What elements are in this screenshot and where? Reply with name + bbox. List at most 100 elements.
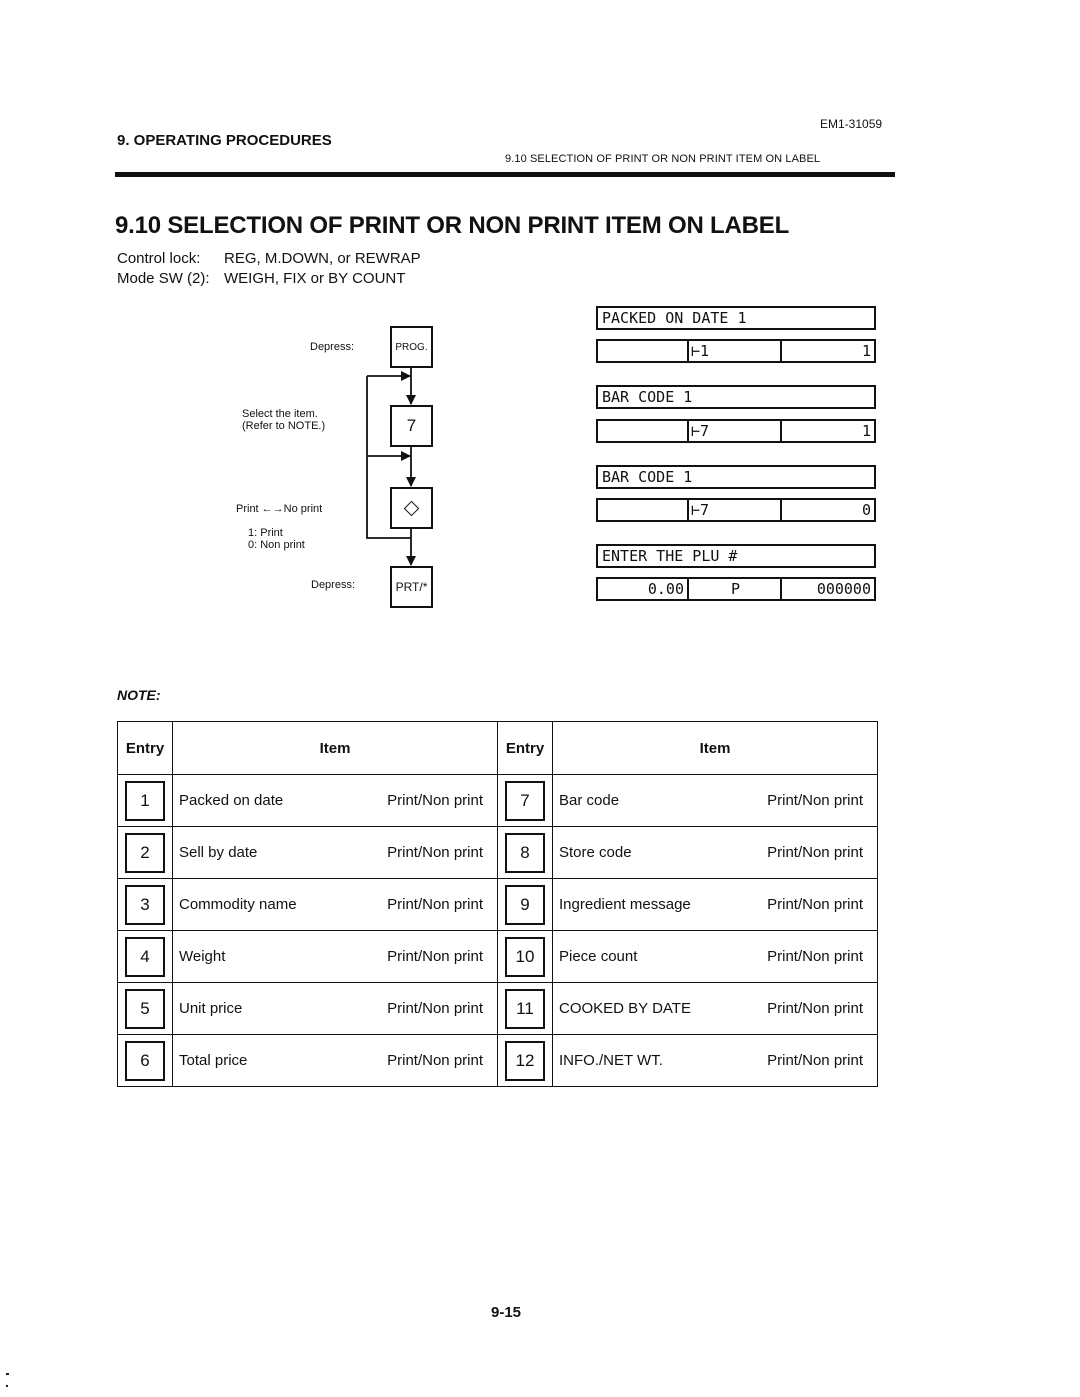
option-print: 1: Print [248,527,283,539]
display-values: ⊢7 1 [596,419,876,443]
item-setting: Print/Non print [767,896,863,913]
display-field-2: ⊢7 [689,500,782,520]
diamond-icon [403,500,420,516]
table-row: 3 Commodity name Print/Non print 9 Ingredien… [117,878,878,931]
scan-speck [6,1385,8,1387]
entry-key: 11 [505,988,545,1029]
item-cell: Packed on date Print/Non print [172,774,498,827]
item-cell: Store code Print/Non print [552,826,878,879]
item-content: Sell by date Print/Non print [173,844,497,861]
table-row: 1 Packed on date Print/Non print 7 Bar code P… [117,774,878,827]
entry-cell: 6 [117,1034,173,1087]
entry-header: Entry [117,721,173,775]
item-cell: Weight Print/Non print [172,930,498,983]
table-row: 5 Unit price Print/Non print 11 COOKED BY DA… [117,982,878,1035]
display-values: ⊢7 0 [596,498,876,522]
entry-cell: 2 [117,826,173,879]
item-header: Item [552,721,878,775]
item-header: Item [172,721,498,775]
table-row: 2 Sell by date Print/Non print 8 Store code P… [117,826,878,879]
item-setting: Print/Non print [387,792,483,809]
display-message: BAR CODE 1 [596,465,876,489]
entry-key: 9 [505,884,545,925]
entry-key: 12 [505,1040,545,1081]
item-content: Total price Print/Non print [173,1052,497,1069]
item-content: Bar code Print/Non print [553,792,877,809]
item-name: Commodity name [179,896,297,913]
display-message: BAR CODE 1 [596,385,876,409]
entry-key: 10 [505,936,545,977]
item-name: Piece count [559,948,638,965]
item-content: Commodity name Print/Non print [173,896,497,913]
entry-cell: 5 [117,982,173,1035]
item-cell: Sell by date Print/Non print [172,826,498,879]
display-message: ENTER THE PLU # [596,544,876,568]
item-setting: Print/Non print [387,1000,483,1017]
entry-key: 7 [505,780,545,821]
item-content: Piece count Print/Non print [553,948,877,965]
entry-cell: 10 [497,930,553,983]
toggle-key [390,487,433,529]
item-cell: Bar code Print/Non print [552,774,878,827]
display-message: PACKED ON DATE 1 [596,306,876,330]
item-setting: Print/Non print [767,1000,863,1017]
depress-label: Depress: [311,579,356,591]
entry-cell: 12 [497,1034,553,1087]
display-field-1 [598,500,689,520]
entry-key: 1 [125,780,165,821]
item-setting: Print/Non print [767,1052,863,1069]
item-name: Ingredient message [559,896,691,913]
item-content: Weight Print/Non print [173,948,497,965]
item-name: Weight [179,948,226,965]
item-setting: Print/Non print [387,1052,483,1069]
entry-key: 8 [505,832,545,873]
display-values: 0.00 P 000000 [596,577,876,601]
item-setting: Print/Non print [767,948,863,965]
entry-cell: 3 [117,878,173,931]
item-cell: Commodity name Print/Non print [172,878,498,931]
entry-cell: 4 [117,930,173,983]
entry-cell: 9 [497,878,553,931]
display-mode: P [689,579,782,599]
display-field-1 [598,341,689,361]
item-cell: Piece count Print/Non print [552,930,878,983]
entry-cell: 8 [497,826,553,879]
item-cell: INFO./NET WT. Print/Non print [552,1034,878,1087]
table-row: 4 Weight Print/Non print 10 Piece count Print… [117,930,878,983]
entry-table: Entry Item Entry Item 1 Packed on date Pri… [117,721,878,1087]
mode-switch-value: WEIGH, FIX or BY COUNT [224,270,406,287]
prt-key: PRT/* [390,566,433,608]
item-content: Unit price Print/Non print [173,1000,497,1017]
item-name: INFO./NET WT. [559,1052,663,1069]
print-toggle-label: Print ←→No print [236,503,323,515]
item-setting: Print/Non print [387,844,483,861]
prog-key: PROG. [390,326,433,368]
item-name: Bar code [559,792,620,809]
table-header-row: Entry Item Entry Item [117,721,878,775]
entry-key: 6 [125,1040,165,1081]
item-number-key: 7 [390,405,433,447]
display-field-3: 1 [861,342,871,360]
item-content: Ingredient message Print/Non print [553,896,877,913]
item-content: Store code Print/Non print [553,844,877,861]
item-name: COOKED BY DATE [559,1000,691,1017]
control-lock-line: Control lock: REG, M.DOWN, or REWRAP [117,250,421,267]
item-name: Store code [559,844,632,861]
item-content: INFO./NET WT. Print/Non print [553,1052,877,1069]
mode-switch-label: Mode SW (2): [117,270,210,287]
item-name: Packed on date [179,792,284,809]
item-cell: COOKED BY DATE Print/Non print [552,982,878,1035]
item-content: Packed on date Print/Non print [173,792,497,809]
display-field-1 [598,421,689,441]
entry-key: 3 [125,884,165,925]
display-field-2: ⊢7 [689,421,782,441]
scan-speck [6,1373,9,1375]
control-lock-label: Control lock: [117,250,201,267]
entry-cell: 7 [497,774,553,827]
select-item-label: Select the item. (Refer to NOTE.) [242,408,325,432]
table-row: 6 Total price Print/Non print 12 INFO./NET W… [117,1034,878,1087]
display-price: 0.00 [598,579,689,599]
item-setting: Print/Non print [387,948,483,965]
display-field-3: 0 [861,501,871,519]
document-id: EM1-31059 [820,117,883,131]
